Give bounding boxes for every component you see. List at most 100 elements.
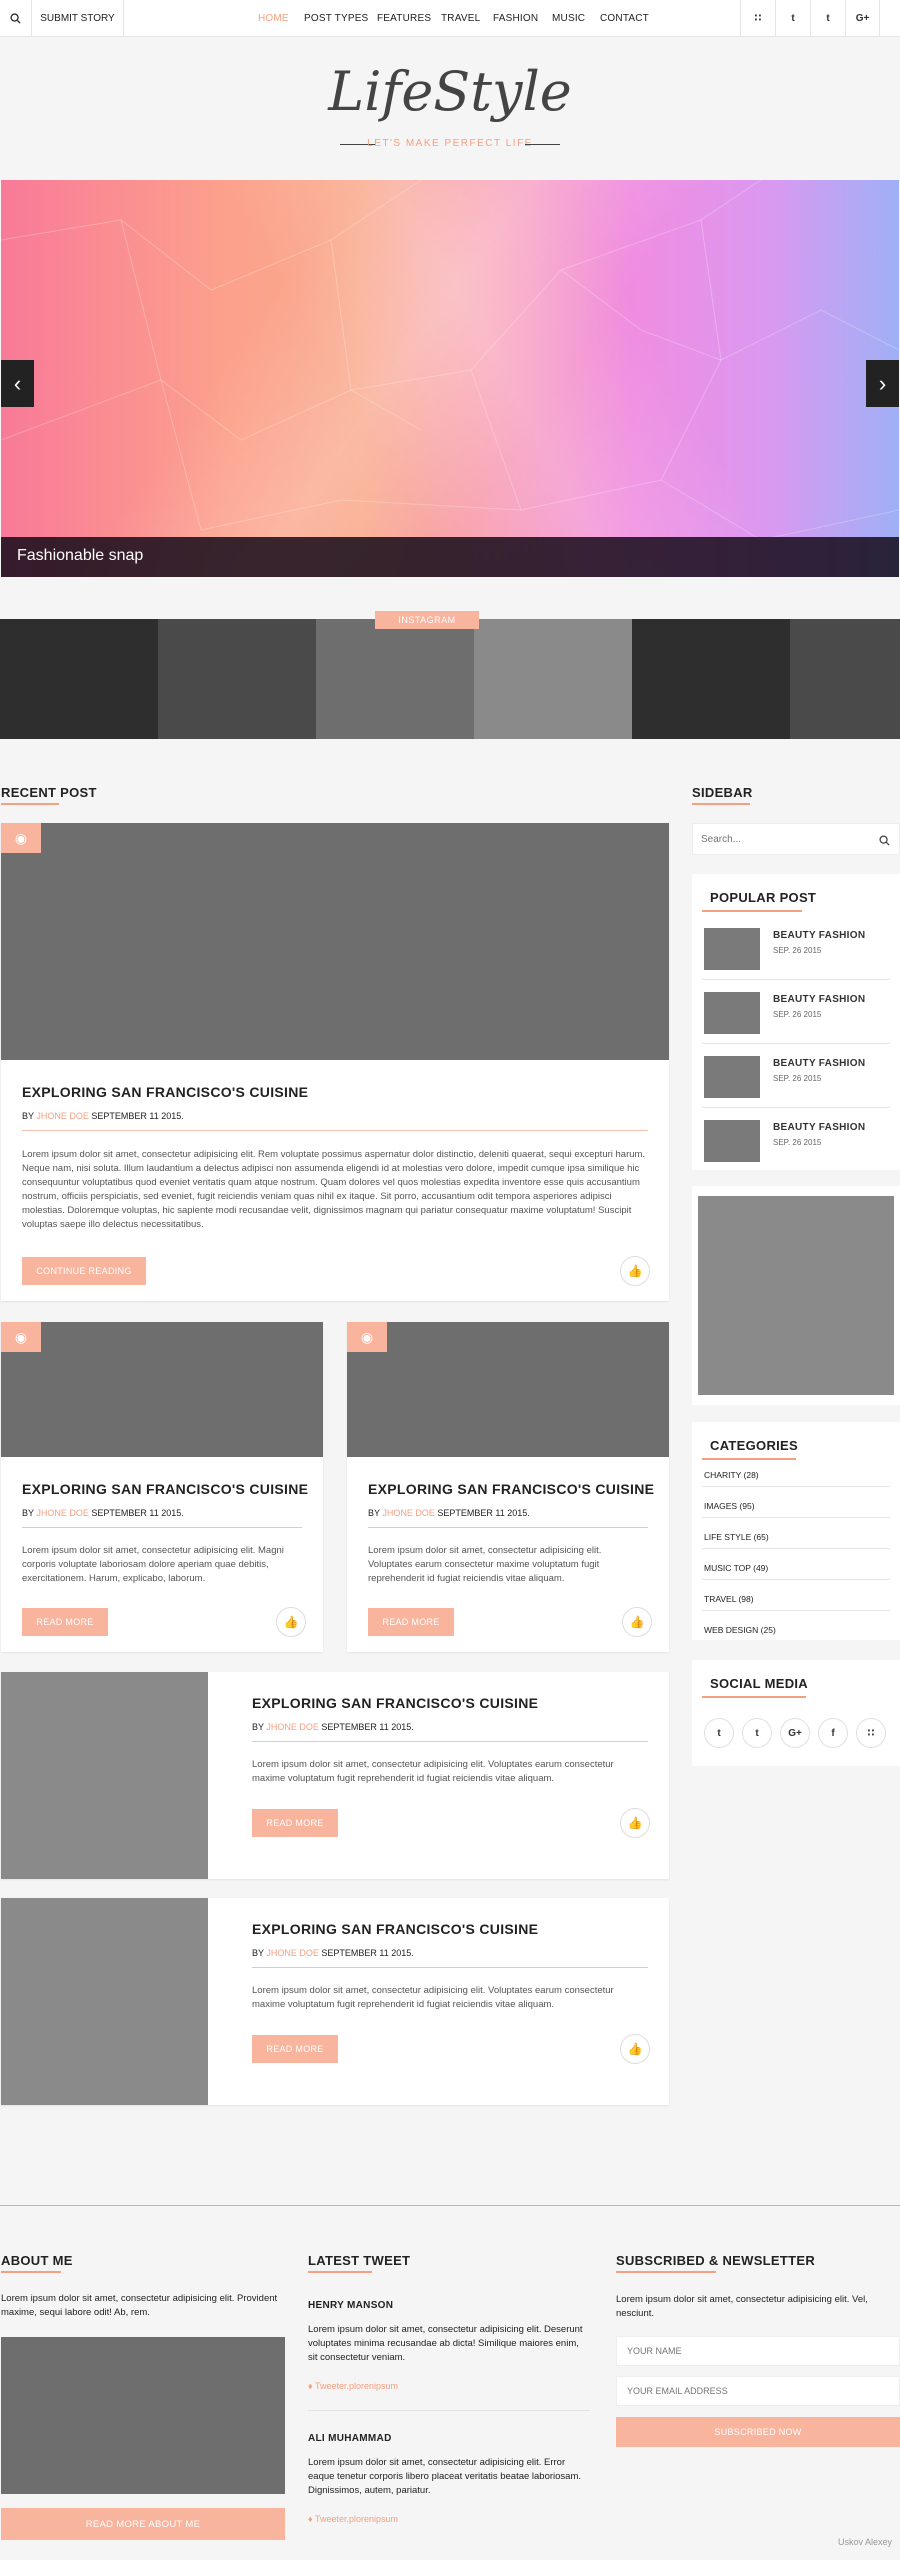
tweet-link[interactable]: ♦ Tweeter.plorenipsum: [308, 2514, 398, 2524]
top-navbar: SUBMIT STORY HOME POST TYPES FEATURES TR…: [0, 0, 900, 37]
popular-post-thumb[interactable]: [704, 1120, 760, 1162]
like-icon[interactable]: 👍: [622, 1607, 652, 1637]
facebook-icon[interactable]: f: [818, 1718, 848, 1748]
tweet-link-label: Tweeter.plorenipsum: [314, 2381, 398, 2391]
latest-tweet-heading: LATEST TWEET: [308, 2253, 411, 2268]
design-credit: Uskov Alexey: [838, 2537, 893, 2547]
tweet-link-label: Tweeter.plorenipsum: [314, 2514, 398, 2524]
post-title[interactable]: EXPLORING SAN FRANCISCO'S CUISINE: [252, 1921, 538, 1937]
instagram-photo[interactable]: [790, 619, 900, 739]
newsletter-text: Lorem ipsum dolor sit amet, consectetur …: [616, 2294, 868, 2319]
google-plus-icon[interactable]: G+: [845, 0, 880, 37]
instagram-photo[interactable]: [474, 619, 632, 739]
post-by: BY: [22, 1508, 34, 1518]
about-me-text: Lorem ipsum dolor sit amet, consectetur …: [1, 2293, 278, 2318]
popular-post-title[interactable]: BEAUTY FASHION: [773, 994, 865, 1005]
subscribe-button[interactable]: SUBSCRIBED NOW: [616, 2417, 900, 2447]
instagram-photo[interactable]: [316, 619, 474, 739]
post-excerpt: Lorem ipsum dolor sit amet, consectetur …: [368, 1545, 602, 1584]
post-title[interactable]: EXPLORING SAN FRANCISCO'S CUISINE: [22, 1084, 308, 1100]
tumblr-icon[interactable]: t: [742, 1718, 772, 1748]
post-title[interactable]: EXPLORING SAN FRANCISCO'S CUISINE: [252, 1695, 538, 1711]
rss-icon[interactable]: ∷: [856, 1718, 886, 1748]
read-more-button[interactable]: READ MORE: [252, 2035, 338, 2063]
post-image[interactable]: [347, 1322, 669, 1457]
popular-post-title[interactable]: BEAUTY FASHION: [773, 930, 865, 941]
popular-post-thumb[interactable]: [704, 1056, 760, 1098]
post-author[interactable]: JHONE DOE: [36, 1508, 89, 1518]
google-plus-icon[interactable]: G+: [780, 1718, 810, 1748]
site-tagline: LET'S MAKE PERFECT LIFE: [367, 138, 533, 149]
category-item[interactable]: CHARITY (28): [704, 1470, 759, 1480]
nav-music[interactable]: MUSIC: [552, 13, 585, 24]
post-image[interactable]: [1, 823, 669, 1060]
search-input[interactable]: [701, 824, 871, 854]
read-more-about-me-button[interactable]: READ MORE ABOUT ME: [1, 2508, 285, 2540]
divider: [702, 1610, 890, 1611]
popular-post-heading: POPULAR POST: [710, 890, 817, 905]
twitter-icon[interactable]: t: [775, 0, 810, 37]
post-title[interactable]: EXPLORING SAN FRANCISCO'S CUISINE: [368, 1481, 654, 1497]
nav-features[interactable]: FEATURES: [377, 13, 431, 24]
site-logo[interactable]: LifeStyle: [0, 60, 900, 123]
twitter-icon[interactable]: t: [704, 1718, 734, 1748]
popular-post-title[interactable]: BEAUTY FASHION: [773, 1058, 865, 1069]
tweet-text: Lorem ipsum dolor sit amet, consectetur …: [308, 2324, 583, 2363]
category-item[interactable]: TRAVEL (98): [704, 1594, 754, 1604]
post-image[interactable]: [1, 1322, 323, 1457]
nav-travel[interactable]: TRAVEL: [441, 13, 480, 24]
instagram-photo[interactable]: [0, 619, 158, 739]
instagram-photo[interactable]: [632, 619, 790, 739]
read-more-button[interactable]: READ MORE: [252, 1809, 338, 1837]
category-item[interactable]: MUSIC TOP (49): [704, 1563, 768, 1573]
post-title[interactable]: EXPLORING SAN FRANCISCO'S CUISINE: [22, 1481, 308, 1497]
name-input[interactable]: [616, 2336, 900, 2366]
like-icon[interactable]: 👍: [620, 1808, 650, 1838]
divider: [702, 979, 890, 980]
hero-slider: ‹ › Fashionable snap: [1, 180, 899, 577]
continue-reading-button[interactable]: CONTINUE READING: [22, 1257, 146, 1285]
post-author[interactable]: JHONE DOE: [36, 1111, 89, 1121]
nav-post-types[interactable]: POST TYPES: [304, 13, 368, 24]
like-icon[interactable]: 👍: [620, 2034, 650, 2064]
like-icon[interactable]: 👍: [620, 1256, 650, 1286]
nav-fashion[interactable]: FASHION: [493, 13, 538, 24]
tumblr-icon[interactable]: t: [810, 0, 845, 37]
nav-contact[interactable]: CONTACT: [600, 13, 649, 24]
like-icon[interactable]: 👍: [276, 1607, 306, 1637]
post-divider: [22, 1130, 648, 1131]
category-item[interactable]: LIFE STYLE (65): [704, 1532, 769, 1542]
post-author[interactable]: JHONE DOE: [382, 1508, 435, 1518]
popular-post-title[interactable]: BEAUTY FASHION: [773, 1122, 865, 1133]
popular-post-thumb[interactable]: [704, 992, 760, 1034]
category-item[interactable]: WEB DESIGN (25): [704, 1625, 776, 1635]
tweet-author: HENRY MANSON: [308, 2300, 394, 2311]
tweet-link[interactable]: ♦ Tweeter.plorenipsum: [308, 2381, 398, 2391]
nav-home[interactable]: HOME: [258, 13, 289, 24]
rss-icon[interactable]: ∷: [740, 0, 775, 37]
read-more-button[interactable]: READ MORE: [368, 1608, 454, 1636]
read-more-button[interactable]: READ MORE: [22, 1608, 108, 1636]
heading-underline: [702, 1696, 806, 1698]
post-author[interactable]: JHONE DOE: [266, 1722, 319, 1732]
post-image[interactable]: [1, 1898, 208, 2105]
divider: [702, 1579, 890, 1580]
post-excerpt: Lorem ipsum dolor sit amet, consectetur …: [252, 1985, 614, 2010]
instagram-photo[interactable]: [158, 619, 316, 739]
search-icon[interactable]: [879, 833, 890, 851]
slider-next-button[interactable]: ›: [866, 360, 899, 407]
twitter-icon: ♦: [308, 2514, 315, 2524]
popular-post-thumb[interactable]: [704, 928, 760, 970]
post-author[interactable]: JHONE DOE: [266, 1948, 319, 1958]
tagline-rule-right: [525, 144, 560, 145]
heading-underline: [692, 803, 750, 805]
submit-story-button[interactable]: SUBMIT STORY: [32, 0, 124, 37]
hero-facets: [1, 180, 899, 541]
category-item[interactable]: IMAGES (95): [704, 1501, 755, 1511]
ad-banner-image[interactable]: [698, 1196, 894, 1395]
search-icon[interactable]: [0, 0, 32, 37]
post-by: BY: [252, 1948, 264, 1958]
email-input[interactable]: [616, 2376, 900, 2406]
post-image[interactable]: [1, 1672, 208, 1879]
slider-prev-button[interactable]: ‹: [1, 360, 34, 407]
